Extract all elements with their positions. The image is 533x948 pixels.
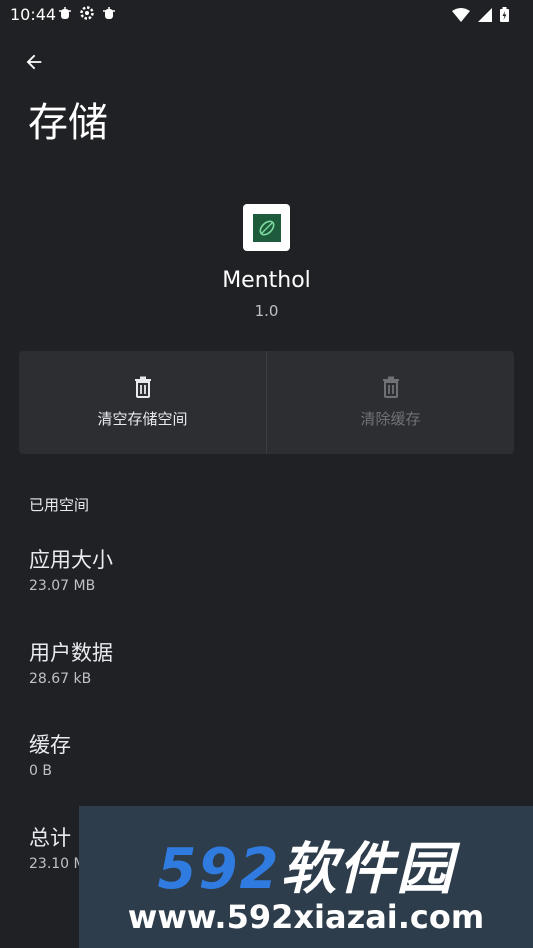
- signal-icon: [478, 7, 492, 22]
- status-time: 10:44: [10, 5, 57, 24]
- item-title: 用户数据: [29, 641, 113, 665]
- clear-cache-label: 清除缓存: [360, 410, 421, 428]
- app-version: 1.0: [254, 302, 279, 320]
- item-value: 0 B: [29, 763, 52, 779]
- bug-icon: [59, 7, 71, 19]
- section-header: 已用空间: [29, 496, 90, 514]
- trash-icon: [134, 376, 151, 398]
- clear-storage-button[interactable]: 清空存储空间: [19, 351, 266, 454]
- back-button[interactable]: [18, 46, 50, 78]
- clear-cache-button[interactable]: 清除缓存: [266, 351, 514, 454]
- bug-icon: [103, 7, 115, 19]
- leaf-icon: [252, 213, 281, 242]
- storage-actions: 清空存储空间 清除缓存: [19, 351, 514, 454]
- arrow-back-icon: [26, 54, 42, 70]
- watermark-brand-number: 592: [157, 837, 281, 902]
- watermark-brand-text: 软件园: [280, 837, 455, 902]
- status-system-icons: [452, 7, 509, 22]
- item-value: 23.07 MB: [29, 578, 96, 594]
- storage-item-cache: 缓存 0 B: [29, 729, 71, 779]
- item-title: 缓存: [29, 733, 71, 757]
- storage-item-user-data: 用户数据 28.67 kB: [29, 637, 113, 687]
- gear-icon: [80, 6, 94, 20]
- watermark-url: www.592xiazai.com: [127, 898, 485, 936]
- page-title: 存储: [28, 100, 108, 146]
- status-notification-icons: [57, 5, 117, 21]
- clear-storage-label: 清空存储空间: [97, 410, 188, 428]
- item-title: 应用大小: [29, 548, 113, 572]
- storage-item-app-size: 应用大小 23.07 MB: [29, 544, 113, 594]
- item-value: 28.67 kB: [29, 671, 92, 687]
- watermark-overlay: 592软件园 www.592xiazai.com: [79, 806, 533, 948]
- watermark-brand: 592软件园: [79, 824, 533, 905]
- battery-icon: [500, 7, 509, 22]
- app-name: Menthol: [222, 268, 311, 293]
- app-icon: [243, 204, 290, 251]
- status-bar: 10:44: [0, 0, 533, 32]
- wifi-icon: [452, 7, 470, 22]
- trash-icon: [382, 376, 399, 398]
